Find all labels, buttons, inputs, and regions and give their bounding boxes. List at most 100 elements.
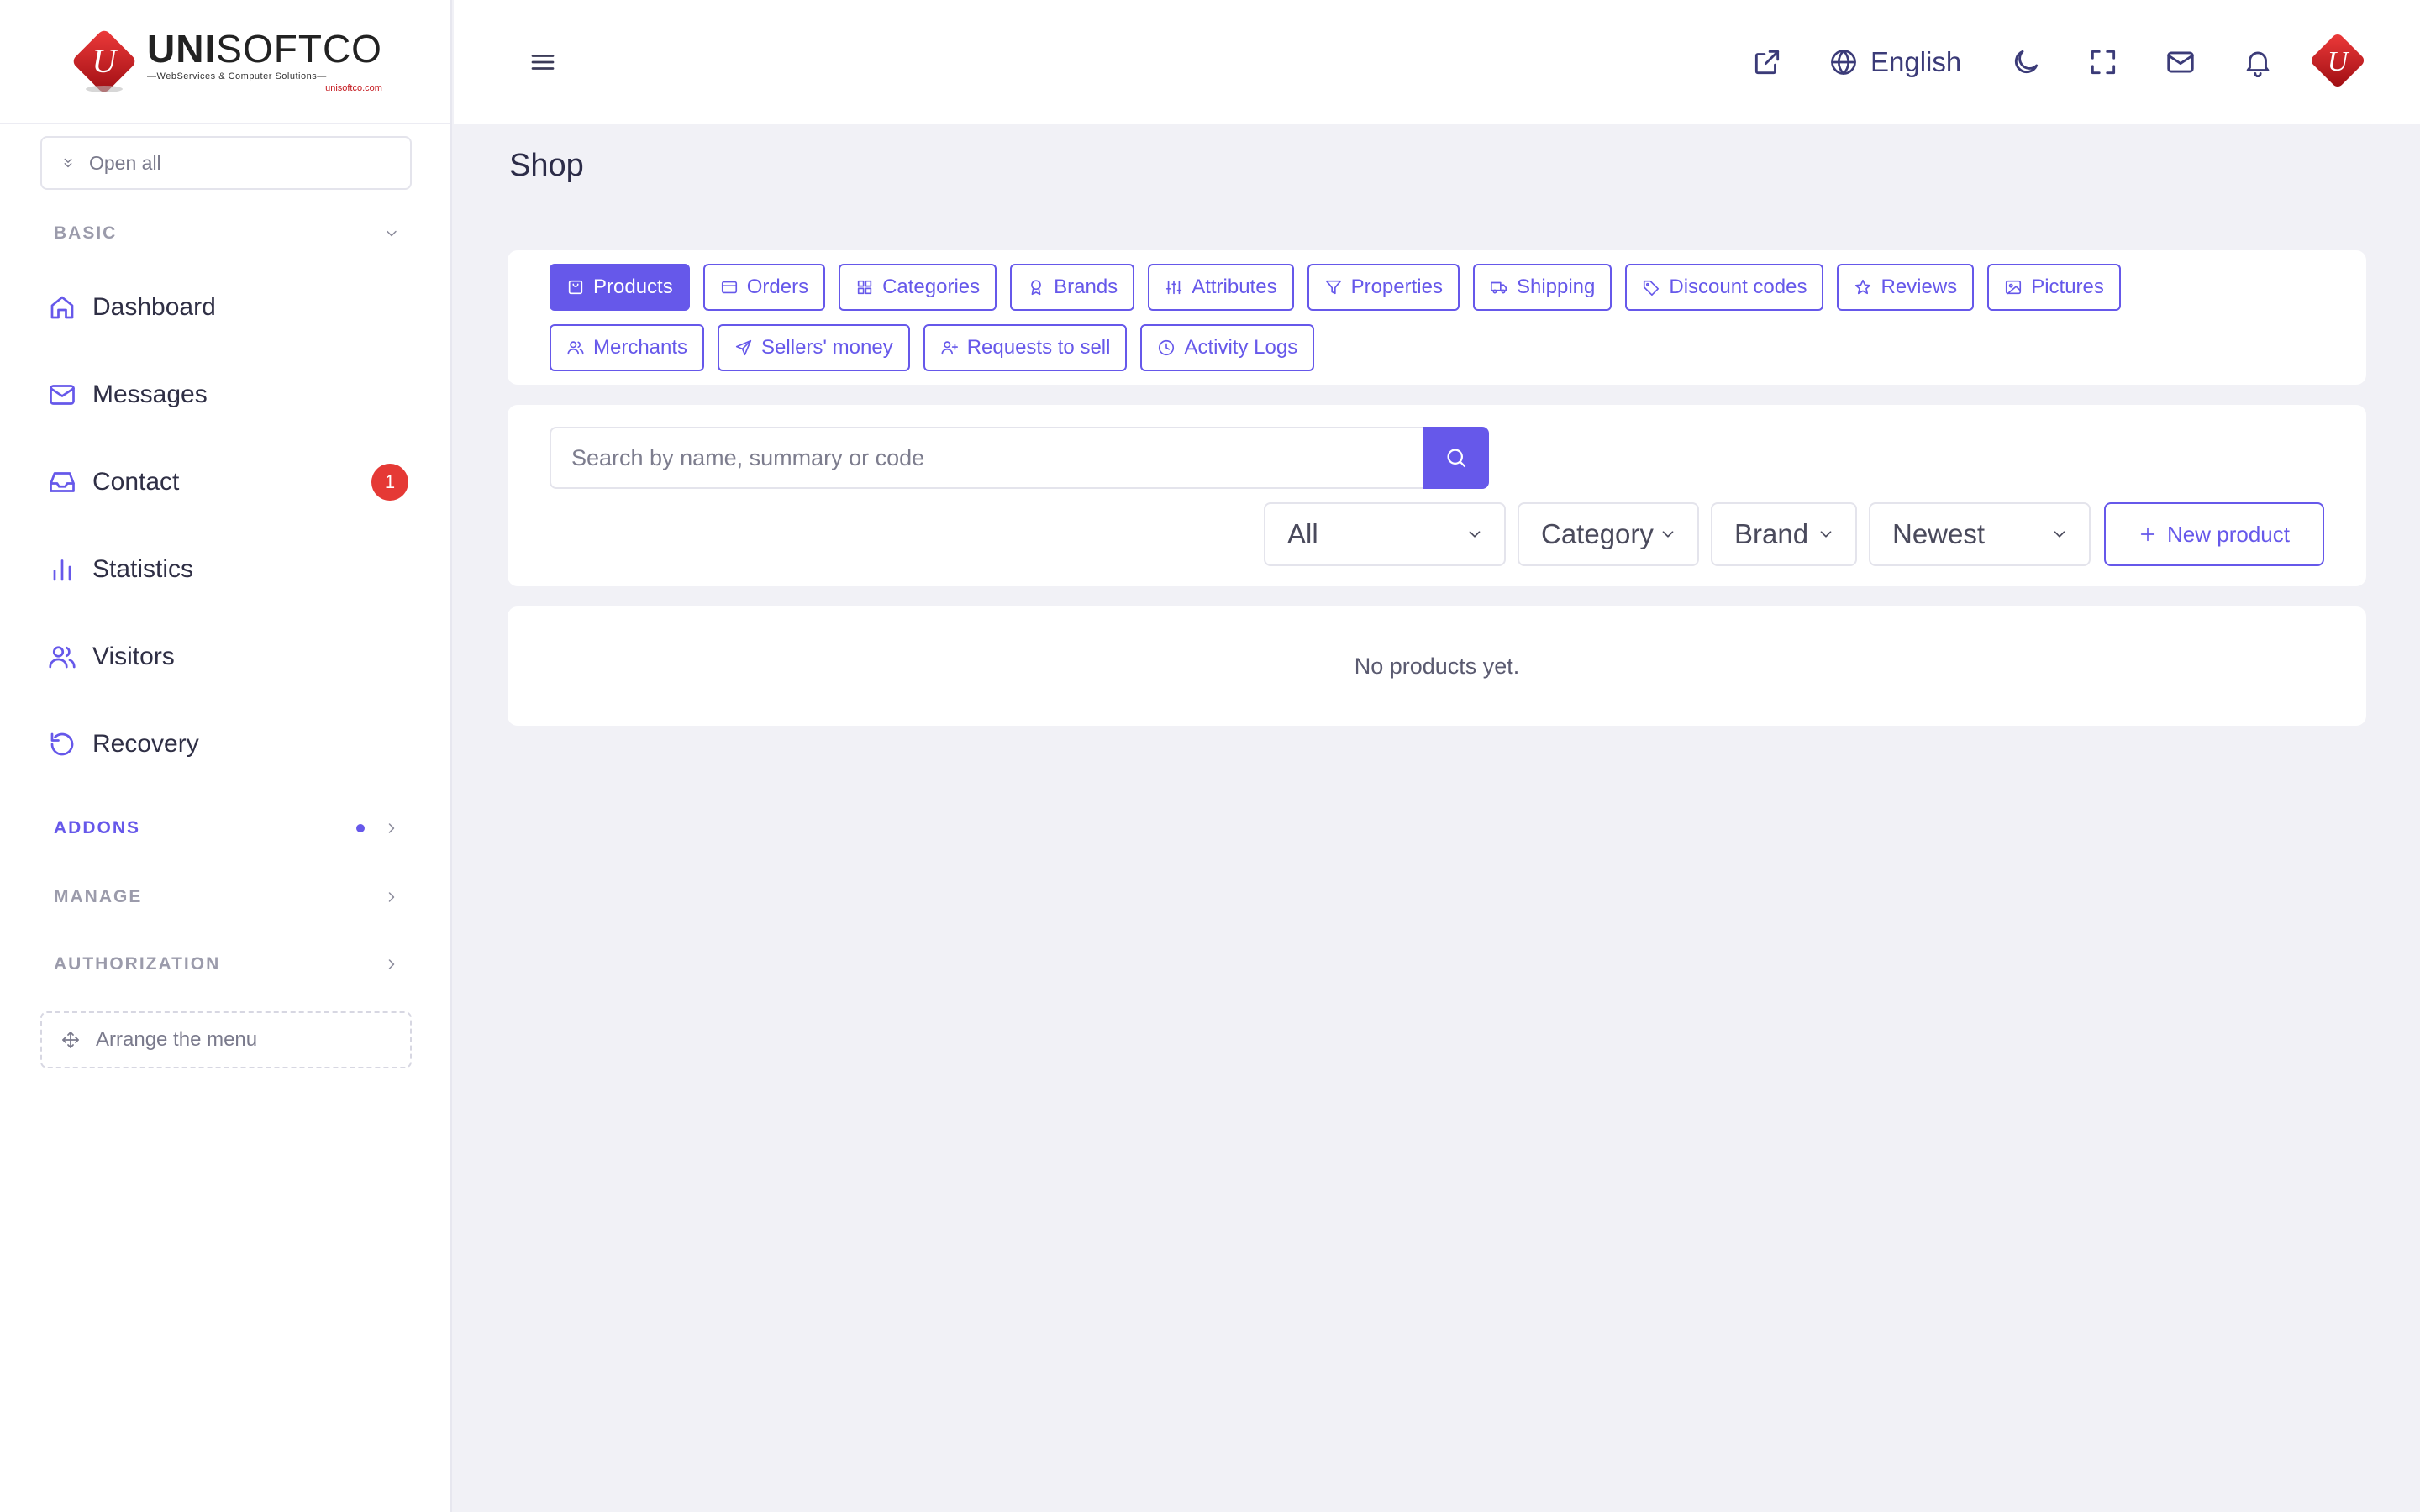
- notification-bell-icon[interactable]: [2242, 46, 2274, 78]
- chevron-right-icon: [383, 956, 400, 973]
- tab-label: Categories: [882, 276, 981, 298]
- tab-merchants[interactable]: Merchants: [550, 324, 705, 371]
- chevron-down-icon: [383, 225, 400, 242]
- globe-icon: [1828, 47, 1859, 77]
- search-button[interactable]: [1423, 427, 1489, 489]
- sidebar: U UNISOFTCO —WebServices & Computer Solu…: [0, 0, 452, 1512]
- users-icon: [566, 339, 585, 357]
- tab-pictures[interactable]: Pictures: [1987, 264, 2121, 311]
- arrange-menu-button[interactable]: Arrange the menu: [40, 1011, 412, 1068]
- send-icon: [734, 339, 753, 357]
- products-list-card: No products yet.: [508, 606, 2366, 726]
- section-basic[interactable]: BASIC: [54, 217, 400, 250]
- section-authorization-label: AUTHORIZATION: [54, 954, 221, 974]
- tab-sellers-money[interactable]: Sellers' money: [718, 324, 910, 371]
- award-icon: [1027, 278, 1045, 297]
- users-icon: [47, 642, 77, 672]
- sidebar-item-contact[interactable]: Contact 1: [47, 455, 408, 509]
- sidebar-item-recovery[interactable]: Recovery: [47, 717, 408, 771]
- filter-icon: [1324, 278, 1343, 297]
- tab-shipping[interactable]: Shipping: [1472, 264, 1612, 311]
- tab-activity-logs[interactable]: Activity Logs: [1140, 324, 1315, 371]
- dark-mode-moon-icon[interactable]: [2010, 46, 2042, 78]
- tab-label: Discount codes: [1669, 276, 1807, 298]
- sidebar-item-dashboard[interactable]: Dashboard: [47, 281, 408, 334]
- language-selector[interactable]: English: [1828, 42, 1961, 82]
- sort-order-select[interactable]: Newest: [1869, 502, 2091, 566]
- tab-label: Brands: [1054, 276, 1118, 298]
- tab-label: Products: [593, 276, 673, 298]
- chevron-down-icon: [1465, 525, 1484, 543]
- history-icon: [47, 729, 77, 759]
- brand-filter-select[interactable]: Brand: [1711, 502, 1857, 566]
- tab-label: Attributes: [1192, 276, 1277, 298]
- sidebar-item-label: Visitors: [92, 643, 175, 670]
- fullscreen-icon[interactable]: [2087, 46, 2119, 78]
- inbox-icon: [47, 467, 77, 497]
- tab-requests-to-sell[interactable]: Requests to sell: [923, 324, 1128, 371]
- bar-chart-icon: [47, 554, 77, 585]
- new-product-button[interactable]: New product: [2104, 502, 2324, 566]
- product-search-input[interactable]: [550, 427, 1423, 489]
- home-icon: [47, 292, 77, 323]
- section-manage[interactable]: MANAGE: [54, 880, 400, 914]
- tab-discount-codes[interactable]: Discount codes: [1625, 264, 1824, 311]
- user-avatar[interactable]: U: [2306, 29, 2370, 92]
- brand-filter-value: Brand: [1734, 518, 1809, 549]
- brand-name-light: SOFTCO: [216, 27, 382, 71]
- avatar-letter: U: [2328, 46, 2350, 77]
- tag-icon: [1642, 278, 1660, 297]
- tab-row-1: Products Orders Categories Brands Attrib…: [550, 264, 2121, 311]
- section-manage-label: MANAGE: [54, 887, 143, 906]
- category-filter-select[interactable]: Category: [1518, 502, 1699, 566]
- status-filter-select[interactable]: All: [1264, 502, 1506, 566]
- open-all-button[interactable]: Open all: [40, 136, 412, 190]
- chevron-down-icon: [2050, 525, 2069, 543]
- section-addons[interactable]: ADDONS: [54, 811, 400, 845]
- tab-categories[interactable]: Categories: [839, 264, 997, 311]
- shop-tabs-card: Products Orders Categories Brands Attrib…: [508, 250, 2366, 385]
- tab-label: Properties: [1350, 276, 1443, 298]
- sidebar-item-visitors[interactable]: Visitors: [47, 630, 408, 684]
- open-all-label: Open all: [89, 151, 161, 174]
- sidebar-item-statistics[interactable]: Statistics: [47, 543, 408, 596]
- chevron-right-icon: [383, 820, 400, 837]
- brand-header: U UNISOFTCO —WebServices & Computer Solu…: [0, 0, 450, 124]
- tab-properties[interactable]: Properties: [1307, 264, 1460, 311]
- arrange-menu-label: Arrange the menu: [96, 1028, 258, 1051]
- sidebar-item-messages[interactable]: Messages: [47, 368, 408, 422]
- sort-order-value: Newest: [1892, 518, 1986, 549]
- tab-attributes[interactable]: Attributes: [1148, 264, 1294, 311]
- empty-state-message: No products yet.: [1354, 653, 1520, 679]
- chevron-down-icon: [1659, 525, 1677, 543]
- shopping-bag-icon: [566, 278, 585, 297]
- company-logo[interactable]: U UNISOFTCO —WebServices & Computer Solu…: [68, 25, 382, 97]
- mail-icon[interactable]: [2165, 46, 2196, 78]
- clock-icon: [1157, 339, 1176, 357]
- tab-label: Requests to sell: [966, 336, 1111, 359]
- tab-orders[interactable]: Orders: [702, 264, 826, 311]
- chevrons-down-icon: [60, 155, 76, 171]
- tab-reviews[interactable]: Reviews: [1837, 264, 1975, 311]
- user-plus-icon: [940, 339, 959, 357]
- star-icon: [1854, 278, 1872, 297]
- chevron-right-icon: [383, 889, 400, 906]
- section-addons-label: ADDONS: [54, 818, 141, 837]
- tab-label: Orders: [746, 276, 809, 298]
- tab-brands[interactable]: Brands: [1010, 264, 1135, 311]
- brand-url: unisoftco.com: [325, 83, 382, 93]
- search-icon: [1444, 445, 1469, 470]
- chevron-down-icon: [1817, 525, 1835, 543]
- sidebar-item-label: Statistics: [92, 555, 194, 583]
- external-link-icon[interactable]: [1751, 46, 1783, 78]
- hamburger-menu-icon[interactable]: [528, 47, 558, 77]
- image-icon: [2004, 278, 2023, 297]
- tab-products[interactable]: Products: [550, 264, 690, 311]
- addons-indicator-dot: [356, 824, 365, 832]
- section-authorization[interactable]: AUTHORIZATION: [54, 948, 400, 981]
- tab-label: Shipping: [1516, 276, 1596, 298]
- new-product-label: New product: [2167, 521, 2290, 547]
- plus-icon: [2139, 525, 2157, 543]
- language-label: English: [1870, 46, 1962, 77]
- tab-label: Pictures: [2031, 276, 2104, 298]
